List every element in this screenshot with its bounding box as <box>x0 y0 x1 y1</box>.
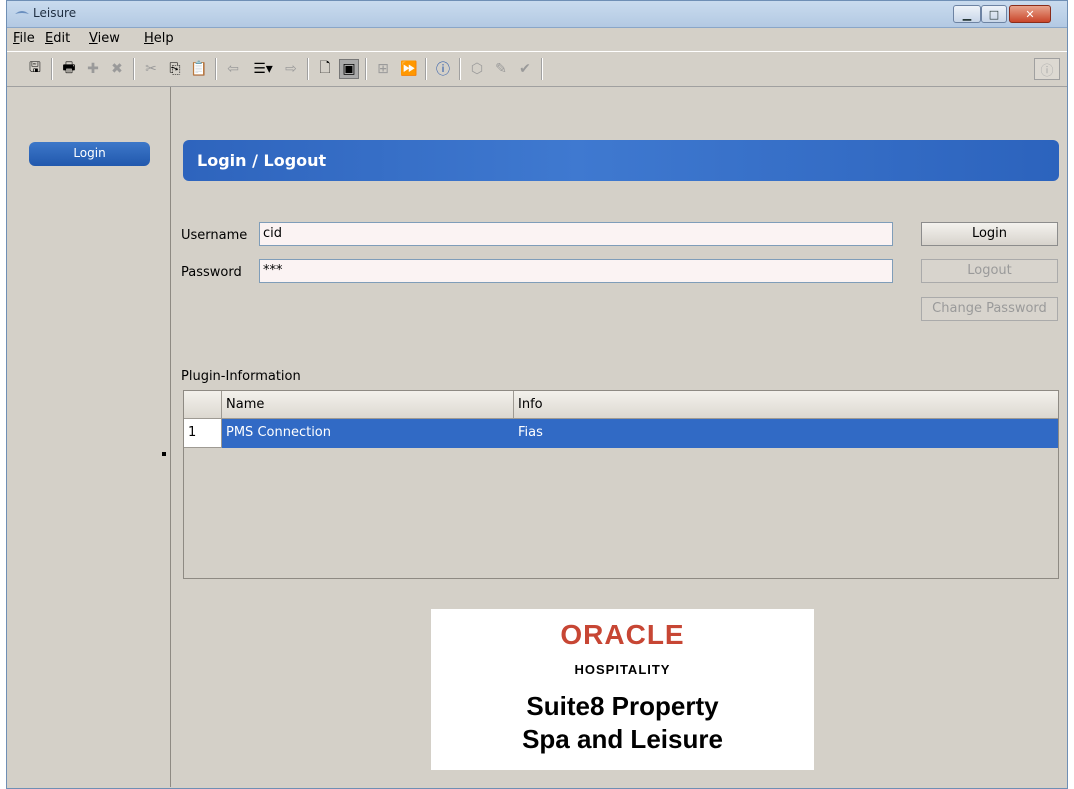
menu-view-label: iew <box>97 31 120 46</box>
copy-icon[interactable]: ⎘ <box>165 59 185 79</box>
menu-edit[interactable]: Edit <box>45 31 70 46</box>
toolbar-separator <box>365 58 367 80</box>
minimize-button[interactable]: ▁ <box>953 5 981 23</box>
splitter-grip-icon[interactable] <box>162 452 166 456</box>
title-bar: Leisure ▁ □ ✕ <box>7 1 1067 28</box>
window-title: Leisure <box>33 6 77 20</box>
menu-help-mnemonic: H <box>144 31 154 46</box>
print-icon[interactable]: 🖶 <box>59 59 79 79</box>
oracle-logo-text: ORACLE <box>560 619 685 650</box>
cell-info[interactable]: Fias <box>514 419 1058 448</box>
change-password-button[interactable]: Change Password <box>921 297 1058 321</box>
toolbar-separator <box>425 58 427 80</box>
toolbar-separator <box>459 58 461 80</box>
logout-button[interactable]: Logout <box>921 259 1058 283</box>
password-field[interactable]: *** <box>259 259 893 283</box>
tag-icon[interactable]: ⬡ <box>467 59 487 79</box>
column-header-info[interactable]: Info <box>514 391 1058 419</box>
toolbar-separator <box>215 58 217 80</box>
column-header-name[interactable]: Name <box>222 391 514 419</box>
hospitality-text: HOSPITALITY <box>574 662 671 677</box>
info-right-icon[interactable]: ⓘ <box>1034 58 1060 80</box>
app-icon <box>15 11 29 14</box>
cut-icon[interactable]: ✂ <box>141 59 161 79</box>
table-row[interactable]: 1 PMS Connection Fias <box>184 419 1058 448</box>
sidebar-item-login[interactable]: Login <box>29 142 150 166</box>
product-name-line2: Spa and Leisure <box>522 724 723 754</box>
new-page-icon[interactable]: 🗋 <box>315 59 335 79</box>
forward-icon[interactable]: ⇨ <box>281 59 301 79</box>
menu-file-label: ile <box>19 31 35 46</box>
toolbar-separator <box>541 58 543 80</box>
menu-view-mnemonic: V <box>89 31 98 46</box>
close-icon: ✕ <box>1025 7 1035 21</box>
menu-bar: File Edit View Help <box>7 28 1067 50</box>
row-number: 1 <box>184 419 222 448</box>
minimize-icon: ▁ <box>962 7 972 21</box>
plugin-information-label: Plugin-Information <box>181 369 301 384</box>
menu-view[interactable]: View <box>89 31 120 46</box>
run-icon[interactable]: ⏩ <box>399 59 419 79</box>
username-label: Username <box>181 228 248 243</box>
cell-name[interactable]: PMS Connection <box>222 419 514 448</box>
save-icon[interactable]: 🖫 <box>25 59 45 79</box>
maximize-button[interactable]: □ <box>981 5 1007 23</box>
product-name-line1: Suite8 Property <box>526 691 719 721</box>
menu-help-label: elp <box>153 31 174 46</box>
menu-edit-label: dit <box>53 31 71 46</box>
username-field[interactable]: cid <box>259 222 893 246</box>
toolbar-separator <box>133 58 135 80</box>
close-button[interactable]: ✕ <box>1009 5 1051 23</box>
menu-help[interactable]: Help <box>144 31 174 46</box>
login-button[interactable]: Login <box>921 222 1058 246</box>
page-title: Login / Logout <box>197 151 327 170</box>
toolbar: 🖫 🖶 ✚ ✖ ✂ ⎘ 📋 ⇦ ☰▾ ⇨ 🗋 ▣ ⊞ ⏩ ⓘ ⬡ ✎ ✔ ⓘ <box>7 51 1067 87</box>
list-dropdown-icon[interactable]: ☰▾ <box>249 59 277 79</box>
delete-icon[interactable]: ✖ <box>107 59 127 79</box>
password-label: Password <box>181 265 242 280</box>
product-logo: ORACLE HOSPITALITY Suite8 Property Spa a… <box>431 609 814 770</box>
note-icon[interactable]: ✎ <box>491 59 511 79</box>
toolbar-separator <box>51 58 53 80</box>
plugin-table: Name Info 1 PMS Connection Fias <box>183 390 1059 579</box>
layout-icon[interactable]: ▣ <box>339 59 359 79</box>
check-icon[interactable]: ✔ <box>515 59 535 79</box>
app-window: Leisure ▁ □ ✕ File Edit View Help 🖫 🖶 ✚ … <box>6 0 1068 789</box>
menu-edit-mnemonic: E <box>45 31 54 46</box>
table-corner-header <box>184 391 222 419</box>
add-icon[interactable]: ✚ <box>83 59 103 79</box>
page-header: Login / Logout <box>183 140 1059 181</box>
toolbar-separator <box>307 58 309 80</box>
info-icon[interactable]: ⓘ <box>433 59 453 79</box>
structure-icon[interactable]: ⊞ <box>373 59 393 79</box>
maximize-icon: □ <box>988 7 1000 21</box>
paste-icon[interactable]: 📋 <box>189 59 209 79</box>
back-icon[interactable]: ⇦ <box>223 59 243 79</box>
sidebar-divider[interactable] <box>170 87 171 787</box>
menu-file[interactable]: File <box>13 31 35 46</box>
